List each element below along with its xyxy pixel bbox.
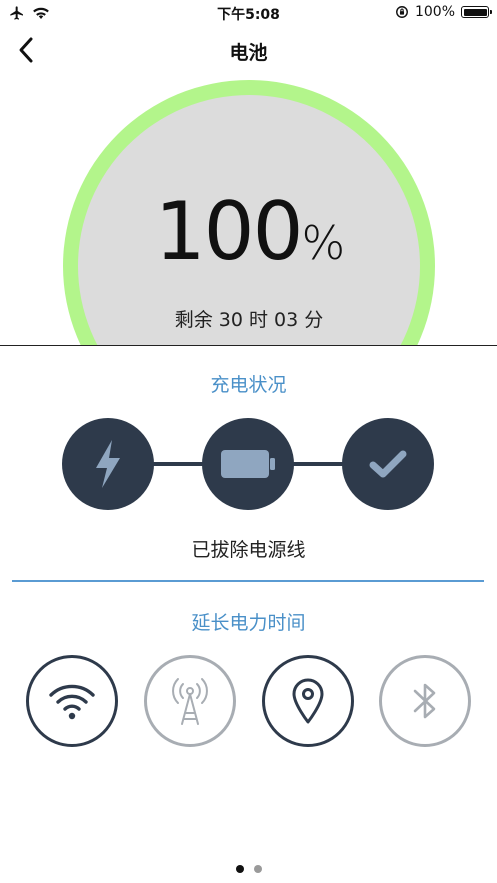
checkmark-icon: [369, 450, 407, 478]
battery-percent-unit: %: [301, 216, 345, 270]
power-saving-toggles: [26, 655, 472, 747]
wifi-icon: [49, 684, 95, 720]
battery-gauge-face: 100% 剩余 30 时 03 分: [78, 95, 420, 345]
nav-bar: 电池: [0, 26, 497, 76]
battery-gauge: 100% 剩余 30 时 03 分: [0, 76, 497, 345]
location-pin-icon: [292, 678, 324, 724]
page-title: 电池: [229, 42, 268, 64]
charging-status-title: 充电状况: [210, 374, 287, 396]
battery-icon: [221, 450, 275, 478]
battery-percent-text: 100%: [414, 4, 455, 20]
lightning-bolt-icon: [96, 440, 120, 488]
orientation-lock-icon: [396, 6, 408, 18]
section-divider: [12, 580, 484, 582]
bluetooth-toggle[interactable]: [379, 655, 471, 747]
battery-status-fill: [463, 8, 487, 16]
location-toggle[interactable]: [262, 655, 354, 747]
cellular-toggle[interactable]: [144, 655, 236, 747]
charging-step-fast: [62, 418, 154, 510]
battery-percent-display: 100%: [78, 185, 420, 278]
extend-power-title: 延长电力时间: [191, 612, 306, 634]
charging-step-continuous: [202, 418, 294, 510]
page-indicator[interactable]: [0, 865, 497, 873]
battery-gauge-ring: 100% 剩余 30 时 03 分: [63, 80, 435, 345]
wifi-toggle[interactable]: [26, 655, 118, 747]
section-separator: [0, 345, 497, 346]
charging-step-complete: [342, 418, 434, 510]
step-connector: [152, 462, 204, 466]
battery-remaining-time: 剩余 30 时 03 分: [174, 309, 324, 331]
bluetooth-icon: [413, 683, 436, 719]
charging-steps: [62, 418, 436, 510]
status-bar: 下午5:08 100%: [0, 0, 497, 26]
battery-percent-value: 100: [154, 185, 304, 278]
cellular-tower-icon: [172, 678, 208, 725]
page-dot-2[interactable]: [253, 865, 262, 873]
page-dot-1[interactable]: [235, 865, 244, 873]
battery-status-icon: [461, 6, 492, 18]
step-connector: [292, 462, 344, 466]
status-right: 100%: [395, 4, 492, 20]
charging-status-text: 已拔除电源线: [191, 539, 306, 561]
